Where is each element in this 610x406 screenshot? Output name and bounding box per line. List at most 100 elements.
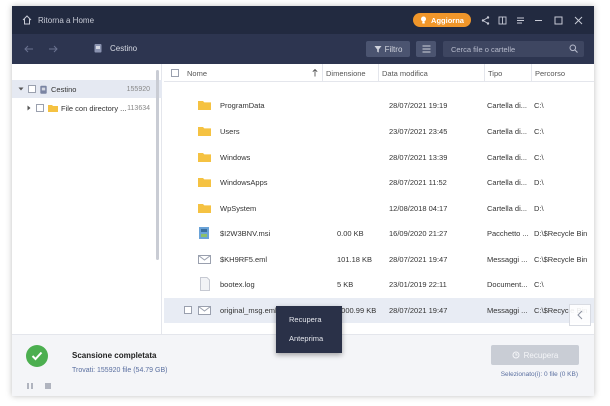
- folder-icon: [198, 101, 211, 110]
- tree-scrollbar[interactable]: [156, 70, 159, 260]
- breadcrumb-label: Cestino: [110, 43, 138, 53]
- folder-icon: [198, 127, 211, 136]
- expand-down-icon[interactable]: [18, 86, 24, 92]
- tree-item-label: File con directory ...: [61, 103, 127, 113]
- file-date: 12/08/2018 04:17: [389, 204, 448, 213]
- table-row[interactable]: WindowsApps 28/07/2021 11:52 Cartella di…: [164, 170, 594, 195]
- file-name: $KH9RF5.eml: [220, 255, 268, 264]
- tree-item-files-with-directory[interactable]: File con directory ... 113634: [12, 99, 162, 117]
- search-box[interactable]: [443, 41, 584, 57]
- context-menu-preview[interactable]: Anteprima: [276, 329, 342, 348]
- file-name: bootex.log: [220, 280, 255, 289]
- view-menu-button[interactable]: [416, 41, 436, 57]
- upgrade-button[interactable]: Aggiorna: [413, 13, 471, 27]
- column-label: Data modifica: [382, 68, 428, 78]
- table-row[interactable]: ProgramData 28/07/2021 19:19 Cartella di…: [164, 93, 594, 118]
- share-icon[interactable]: [479, 14, 491, 26]
- file-size: 5 KB: [337, 280, 354, 289]
- file-name: ProgramData: [220, 101, 265, 110]
- home-label: Ritorna a Home: [38, 15, 95, 25]
- filter-button[interactable]: Filtro: [366, 41, 410, 57]
- column-date[interactable]: Data modifica: [378, 64, 484, 82]
- table-row[interactable]: $I2W3BNV.msi 0.00 KB 16/09/2020 21:27 Pa…: [164, 221, 594, 246]
- back-to-home-button[interactable]: Ritorna a Home: [22, 15, 94, 25]
- email-icon: [198, 306, 211, 315]
- feedback-icon[interactable]: [496, 14, 508, 26]
- file-date: 28/07/2021 19:19: [389, 101, 448, 110]
- file-type: Cartella di...: [487, 127, 528, 136]
- context-menu: Recupera Anteprima: [276, 306, 342, 353]
- search-icon[interactable]: [569, 44, 578, 53]
- title-bar: Ritorna a Home Aggiorna: [12, 6, 594, 34]
- file-path: C:\$Recycle Bin: [534, 255, 588, 264]
- stop-icon[interactable]: [44, 382, 52, 390]
- column-type[interactable]: Tipo: [484, 64, 531, 82]
- table-row[interactable]: $KH9RF5.eml 101.18 KB 28/07/2021 19:47 M…: [164, 247, 594, 272]
- file-name: Users: [220, 127, 240, 136]
- pause-icon[interactable]: [26, 382, 34, 390]
- row-checkbox[interactable]: [184, 306, 192, 314]
- tree-checkbox[interactable]: [28, 85, 36, 93]
- recover-button[interactable]: Recupera: [491, 345, 579, 365]
- column-size[interactable]: Dimensione: [322, 64, 378, 82]
- document-icon: [200, 277, 210, 291]
- file-type: Cartella di...: [487, 153, 528, 162]
- file-date: 23/07/2021 23:45: [389, 127, 448, 136]
- column-label: Dimensione: [326, 68, 366, 78]
- menu-icon[interactable]: [514, 14, 526, 26]
- table-row[interactable]: Windows 28/07/2021 13:39 Cartella di... …: [164, 145, 594, 170]
- collapse-preview-button[interactable]: [569, 304, 591, 326]
- file-type: Pacchetto ...: [487, 229, 529, 238]
- file-list: Nome Dimensione Data modifica Tipo Perco…: [164, 64, 594, 334]
- folder-tree: Cestino 155920 File con directory ... 11…: [12, 64, 162, 334]
- file-path: C:\: [534, 153, 544, 162]
- recover-icon: [512, 351, 520, 359]
- select-all-checkbox[interactable]: [171, 69, 179, 77]
- table-row[interactable]: Users 23/07/2021 23:45 Cartella di... C:…: [164, 119, 594, 144]
- tree-item-count: 155920: [126, 85, 150, 93]
- close-icon[interactable]: [572, 14, 584, 26]
- upgrade-label: Aggiorna: [431, 15, 464, 25]
- file-path: D:\: [534, 178, 544, 187]
- toolbar: Cestino Filtro: [12, 34, 594, 64]
- maximize-icon[interactable]: [552, 14, 564, 26]
- context-menu-recover[interactable]: Recupera: [276, 310, 342, 329]
- file-date: 28/07/2021 13:39: [389, 153, 448, 162]
- chevron-left-icon: [577, 310, 583, 320]
- email-icon: [198, 255, 211, 264]
- column-label: Nome: [187, 68, 208, 78]
- recover-label: Recupera: [523, 350, 559, 360]
- column-name[interactable]: Nome: [184, 64, 322, 82]
- recycle-bin-icon: [40, 85, 47, 94]
- recycle-bin-icon: [94, 44, 102, 53]
- table-row[interactable]: original_msg.eml 1000.99 KB 28/07/2021 1…: [164, 298, 594, 323]
- table-row[interactable]: bootex.log 5 KB 23/01/2019 22:11 Documen…: [164, 272, 594, 297]
- file-type: Cartella di...: [487, 178, 528, 187]
- tree-item-cestino[interactable]: Cestino 155920: [12, 80, 162, 98]
- sort-up-icon[interactable]: [312, 69, 318, 77]
- filter-label: Filtro: [384, 44, 403, 54]
- minimize-icon[interactable]: [532, 14, 544, 26]
- search-input[interactable]: [443, 44, 563, 54]
- file-path: C:\: [534, 127, 544, 136]
- file-date: 23/01/2019 22:11: [389, 280, 447, 289]
- expand-right-icon[interactable]: [26, 105, 32, 111]
- file-size: 0.00 KB: [337, 229, 364, 238]
- lightbulb-icon: [421, 16, 427, 24]
- back-arrow-icon[interactable]: [24, 44, 34, 54]
- funnel-icon: [374, 46, 382, 53]
- file-date: 16/09/2020 21:27: [389, 229, 448, 238]
- column-path[interactable]: Percorso: [531, 64, 594, 82]
- folder-icon: [198, 178, 211, 187]
- tree-checkbox[interactable]: [36, 104, 44, 112]
- file-date: 28/07/2021 19:47: [389, 255, 448, 264]
- forward-arrow-icon[interactable]: [48, 44, 58, 54]
- folder-icon: [48, 105, 58, 112]
- breadcrumb: Cestino: [94, 43, 137, 53]
- tree-item-count: 113634: [127, 104, 150, 112]
- file-type: Cartella di...: [487, 101, 528, 110]
- table-row[interactable]: WpSystem 12/08/2018 04:17 Cartella di...…: [164, 196, 594, 221]
- file-name: Windows: [220, 153, 251, 162]
- column-label: Tipo: [488, 68, 503, 78]
- file-type: Messaggi ...: [487, 306, 528, 315]
